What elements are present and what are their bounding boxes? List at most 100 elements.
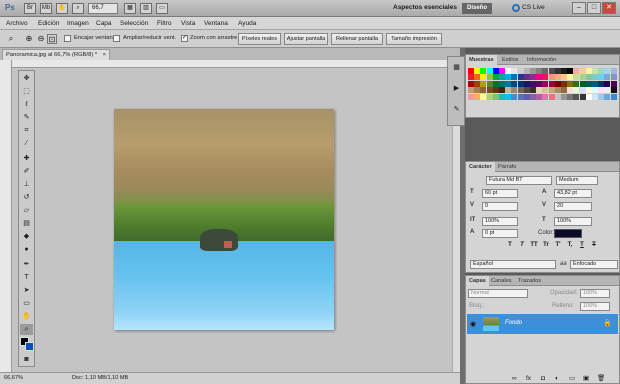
color-swatch[interactable] <box>492 93 499 100</box>
color-swatch[interactable] <box>486 74 493 81</box>
color-swatch[interactable] <box>517 80 524 87</box>
color-swatch[interactable] <box>542 74 549 81</box>
type-tool-icon[interactable]: T <box>20 272 33 283</box>
color-swatch[interactable] <box>523 93 530 100</box>
color-swatch[interactable] <box>536 87 543 94</box>
fill-field[interactable]: 100% <box>580 302 610 311</box>
brush-tool-icon[interactable]: ✐ <box>20 166 33 177</box>
print-size-button[interactable]: Tamaño impresión <box>386 33 442 45</box>
color-swatch[interactable] <box>486 93 493 100</box>
faux-italic-button[interactable]: T <box>518 242 526 248</box>
eraser-tool-icon[interactable]: ▱ <box>20 205 33 216</box>
color-swatch[interactable] <box>592 93 598 100</box>
tab-caracter[interactable]: Carácter <box>466 162 495 172</box>
color-swatch[interactable] <box>530 80 536 87</box>
zoom-readout[interactable]: 66,67% <box>4 375 23 381</box>
color-swatch[interactable] <box>554 68 561 74</box>
background-color-swatch[interactable] <box>25 342 34 351</box>
text-color-swatch[interactable] <box>554 229 582 238</box>
antialias-select[interactable]: Enfocado <box>570 260 618 269</box>
color-swatch[interactable] <box>480 93 487 100</box>
zoom-tool-icon[interactable]: ⌕ <box>20 324 33 335</box>
color-swatch[interactable] <box>536 74 543 81</box>
document-image[interactable] <box>114 109 334 330</box>
kerning-field[interactable]: 0 <box>482 202 518 211</box>
menu-archivo[interactable]: Archivo <box>6 20 28 27</box>
superscript-button[interactable]: T' <box>554 242 562 248</box>
swatch-grid[interactable] <box>468 68 617 116</box>
color-swatch[interactable] <box>517 93 524 100</box>
color-swatch[interactable] <box>511 68 518 74</box>
color-swatch[interactable] <box>486 87 493 94</box>
color-swatch[interactable] <box>548 87 555 94</box>
color-swatch[interactable] <box>548 93 555 100</box>
minimize-button[interactable]: – <box>572 2 586 14</box>
color-swatch[interactable] <box>474 87 481 94</box>
color-swatch[interactable] <box>585 87 592 94</box>
tab-capas[interactable]: Capas <box>466 276 489 286</box>
color-swatch[interactable] <box>579 68 586 74</box>
fill-screen-button[interactable]: Rellenar pantalla <box>331 33 383 45</box>
color-swatch[interactable] <box>592 87 598 94</box>
color-swatch[interactable] <box>542 68 549 74</box>
layer-row-fondo[interactable]: ◉ Fondo 🔒 <box>467 314 618 334</box>
color-swatch[interactable] <box>499 93 505 100</box>
color-swatch[interactable] <box>536 68 543 74</box>
color-swatch[interactable] <box>585 74 592 81</box>
screen-mode-icon[interactable]: ▭ <box>156 3 168 14</box>
color-swatch[interactable] <box>505 80 512 87</box>
baseline-shift-field[interactable]: 0 pt <box>482 229 518 238</box>
opacity-field[interactable]: 100% <box>580 289 610 298</box>
scrubby-zoom-checkbox[interactable]: ✓ <box>181 35 188 42</box>
color-swatch[interactable] <box>598 87 605 94</box>
tab-canales[interactable]: Canales <box>488 276 515 286</box>
menu-vista[interactable]: Vista <box>181 20 195 27</box>
menu-imagen[interactable]: Imagen <box>67 20 89 27</box>
color-swatch[interactable] <box>610 87 617 94</box>
color-swatch[interactable] <box>499 68 505 74</box>
color-swatch[interactable] <box>492 68 499 74</box>
clone-stamp-tool-icon[interactable]: ⊥ <box>20 179 33 190</box>
color-swatch[interactable] <box>567 68 574 74</box>
color-swatch[interactable] <box>561 80 567 87</box>
color-swatch[interactable] <box>573 80 580 87</box>
color-swatch[interactable] <box>604 87 611 94</box>
blur-tool-icon[interactable]: ◆ <box>20 231 33 242</box>
color-swatch[interactable] <box>474 68 481 74</box>
color-swatch[interactable] <box>517 87 524 94</box>
color-swatch[interactable] <box>567 87 574 94</box>
color-swatch[interactable] <box>480 74 487 81</box>
color-swatch[interactable] <box>561 68 567 74</box>
color-swatch[interactable] <box>604 74 611 81</box>
color-swatch[interactable] <box>610 80 617 87</box>
color-swatch[interactable] <box>567 74 574 81</box>
healing-brush-tool-icon[interactable]: ✚ <box>20 153 33 164</box>
color-swatch[interactable] <box>523 87 530 94</box>
color-swatch[interactable] <box>561 74 567 81</box>
tracking-field[interactable]: 20 <box>554 202 592 211</box>
zoom-level-select[interactable]: 66,7 <box>88 3 118 14</box>
color-swatch[interactable] <box>505 68 512 74</box>
color-swatch[interactable] <box>468 68 474 74</box>
color-swatch[interactable] <box>511 93 518 100</box>
zoom-mode-icon[interactable]: ⊡ <box>47 34 57 44</box>
maximize-button[interactable]: □ <box>587 2 601 14</box>
color-swatch[interactable] <box>536 93 543 100</box>
eyedropper-tool-icon[interactable]: ⁄ <box>20 138 33 149</box>
workspace-design-button[interactable]: Diseño <box>462 3 492 14</box>
color-swatch[interactable] <box>585 93 592 100</box>
color-swatch[interactable] <box>548 80 555 87</box>
actual-pixels-button[interactable]: Píxeles reales <box>238 33 281 45</box>
color-swatch[interactable] <box>468 93 474 100</box>
color-swatch[interactable] <box>530 93 536 100</box>
color-swatch[interactable] <box>492 74 499 81</box>
font-family-select[interactable]: Futura Md BT <box>486 176 552 185</box>
leading-field[interactable]: 43,82 pt <box>554 189 592 198</box>
layer-name[interactable]: Fondo <box>505 320 522 326</box>
blend-mode-select[interactable]: Normal <box>468 289 528 298</box>
color-swatch[interactable] <box>523 80 530 87</box>
zoom-out-icon[interactable]: ⊖ <box>36 34 46 44</box>
quick-mask-icon[interactable]: ◙ <box>20 354 33 365</box>
small-caps-button[interactable]: Tr <box>542 242 550 248</box>
tab-trazados[interactable]: Trazados <box>515 276 544 286</box>
